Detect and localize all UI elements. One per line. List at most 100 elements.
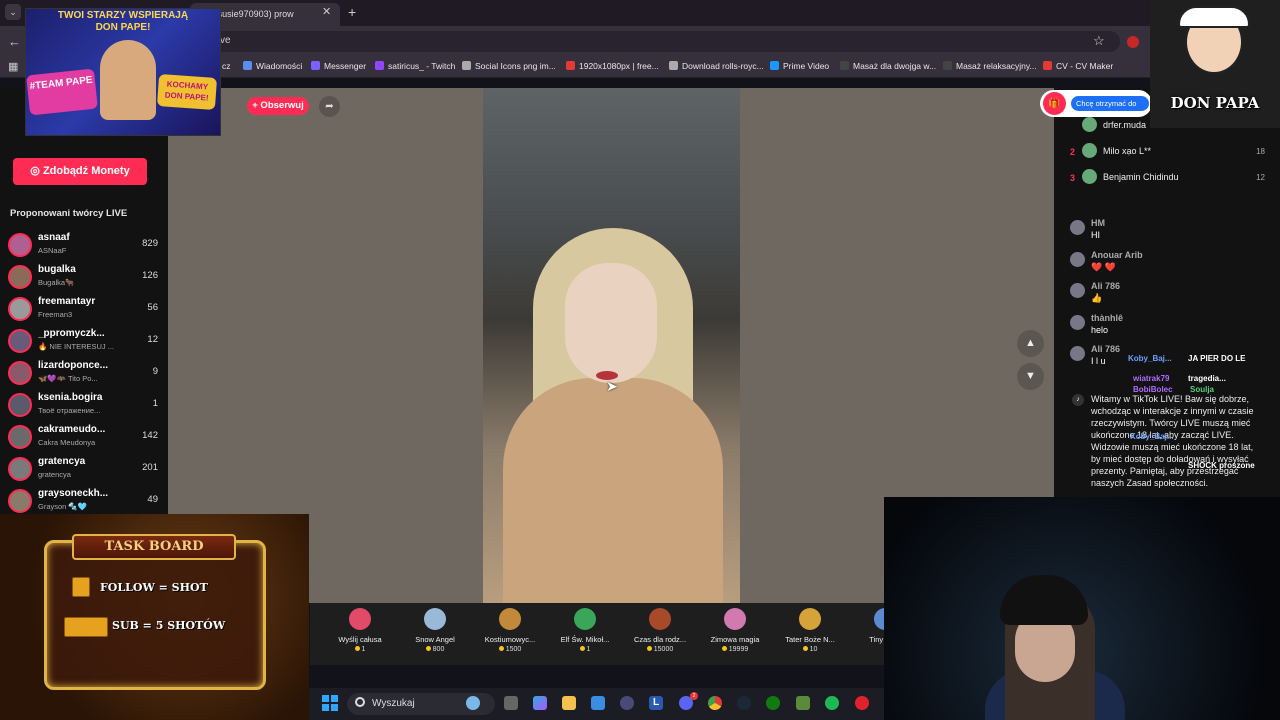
creator-item[interactable]: lizardoponce... 🦋💜🦇 Tito Po... 9 [8,359,158,387]
promo-title: TWOI STARZY WSPIERAJĄ DON PAPE! [57,10,189,33]
spotify-icon[interactable] [825,696,839,710]
chat-username[interactable]: thànhlê [1091,313,1123,323]
bookmark-item[interactable]: Masaż dla dwojga w... [840,61,936,71]
follow-button[interactable]: + Obserwuj [247,97,309,115]
weather-icon[interactable] [466,696,480,710]
bookmark-item[interactable]: Wiadomości [243,61,302,71]
chat-username[interactable]: Ali 786 [1091,344,1120,354]
bookmark-item[interactable]: Messenger [311,61,366,71]
gift-icon[interactable]: 🎁 [1043,92,1066,115]
creator-item[interactable]: freemantayr Freeman3 56 [8,295,158,323]
bookmark-label: satiricus_ - Twitch [388,61,456,71]
chat-username[interactable]: Anouar Arib [1091,250,1143,260]
bookmark-label: Download rolls-royc... [682,61,764,71]
extension-icon[interactable] [1127,36,1139,48]
creator-item[interactable]: bugalka Bugalka🐂 126 [8,263,158,291]
task-board-frame [44,540,266,690]
new-tab-icon[interactable]: + [348,4,356,20]
creator-subtitle: Freeman3 [38,310,73,319]
bookmark-icon [943,61,952,70]
close-icon[interactable]: ✕ [322,5,331,18]
avatar [8,297,32,321]
gift-name: Wyślij całusa [338,635,382,644]
gift-name: Zimowa magia [710,635,760,644]
chat-username[interactable]: HM [1091,218,1105,228]
copilot-icon[interactable] [533,696,547,710]
creator-item[interactable]: ksenia.bogira Твоё отражение... 1 [8,391,158,419]
minecraft-icon[interactable] [796,696,810,710]
creator-item[interactable]: _ppromyczk... 🔥 NIE INTERESUJ ... 12 [8,327,158,355]
gift-prompt-button[interactable]: Chcę otrzymać do [1071,96,1149,111]
viewer-count: 126 [142,270,158,281]
gift-item[interactable]: Czas dla rodz... 15000 [622,606,698,653]
viewer-count: 9 [152,366,158,377]
avatar [8,425,32,449]
apps-grid-icon[interactable]: ▦ [8,60,18,73]
bookmark-item[interactable]: Download rolls-royc... [669,61,764,71]
avatar [8,457,32,481]
ranking-row[interactable]: 3 Benjamin Chidindu 12 [1070,169,1270,187]
get-coins-button[interactable]: ◎ Zdobądź Monety [13,158,147,185]
bookmark-item[interactable]: Social Icons png im... [462,61,556,71]
avatar[interactable] [1070,283,1085,298]
gift-item[interactable]: Elf Św. Mikoł... 1 [547,606,623,653]
l-app-icon[interactable]: L [649,696,663,710]
search-icon [355,697,365,707]
gift-icon [349,608,371,630]
bookmark-label: Wiadomości [256,61,303,71]
shot-glass-icon [72,577,90,597]
creator-item[interactable]: cakrameudo... Cakra Meudonya 142 [8,423,158,451]
gift-item[interactable]: Tater Boże N... 10 [772,606,848,653]
next-live-button[interactable]: ▼ [1017,363,1044,390]
chrome-icon[interactable] [708,696,722,710]
viewer-count: 12 [147,334,158,345]
chat-text: helo [1091,324,1109,335]
bookmark-item[interactable]: CV - CV Maker [1043,61,1113,71]
avatar[interactable] [1070,220,1085,235]
viewer-count: 49 [147,494,158,505]
back-arrow-icon[interactable]: ← [8,34,21,49]
creator-name: asnaaf [38,232,70,243]
avatar [8,361,32,385]
creator-item[interactable]: asnaaf ASNaaF 829 [8,231,158,259]
viewer-count: 56 [147,302,158,313]
avatar[interactable] [1070,251,1085,267]
store-icon[interactable] [591,696,605,710]
overlay-chat-line: SHOCK proszone [1188,461,1255,470]
live-video[interactable] [483,88,740,603]
chat-username[interactable]: Ali 786 [1091,281,1120,291]
ranking-row[interactable]: 2 Milo xạo L** 18 [1070,143,1270,161]
steam-icon[interactable] [737,696,751,710]
windows-start-icon[interactable] [322,695,338,711]
gift-icon [499,608,521,630]
promo-face [100,40,156,120]
avatar[interactable] [1070,314,1085,330]
tab-search-button[interactable]: ⌄ [5,4,21,20]
creator-subtitle: Grayson 🔩🩵 [38,502,88,511]
url-field[interactable]: ve [160,31,1120,52]
creator-item[interactable]: graysoneckh... Grayson 🔩🩵 49 [8,487,158,515]
bookmark-item[interactable]: satiricus_ - Twitch [375,61,455,71]
streamer-body [503,378,723,603]
bookmark-item[interactable]: cz [222,61,231,71]
bookmark-icon [375,61,384,70]
task-view-icon[interactable] [504,696,518,710]
avatar[interactable] [1070,346,1085,361]
gift-item[interactable]: Wyślij całusa 1 [322,606,398,653]
opera-icon[interactable] [855,696,869,710]
bookmark-item[interactable]: 1920x1080px | free... [566,61,659,71]
previous-live-button[interactable]: ▲ [1017,330,1044,357]
gift-item[interactable]: Zimowa magia 19999 [697,606,773,653]
gift-item[interactable]: Kostiumowyc... 1500 [472,606,548,653]
creator-subtitle: ASNaaF [38,246,67,255]
share-icon[interactable]: ➦ [319,96,340,117]
creator-name: gratencya [38,456,86,467]
creator-item[interactable]: gratencya gratencya 201 [8,455,158,483]
bookmark-item[interactable]: Masaż relaksacyjny... [943,61,1037,71]
bookmark-item[interactable]: Prime Video [770,61,829,71]
star-icon[interactable]: ☆ [1093,33,1105,49]
settings-app-icon[interactable] [620,696,634,710]
folder-icon[interactable] [562,696,576,710]
gift-item[interactable]: Snow Angel 800 [397,606,473,653]
xbox-icon[interactable] [766,696,780,710]
